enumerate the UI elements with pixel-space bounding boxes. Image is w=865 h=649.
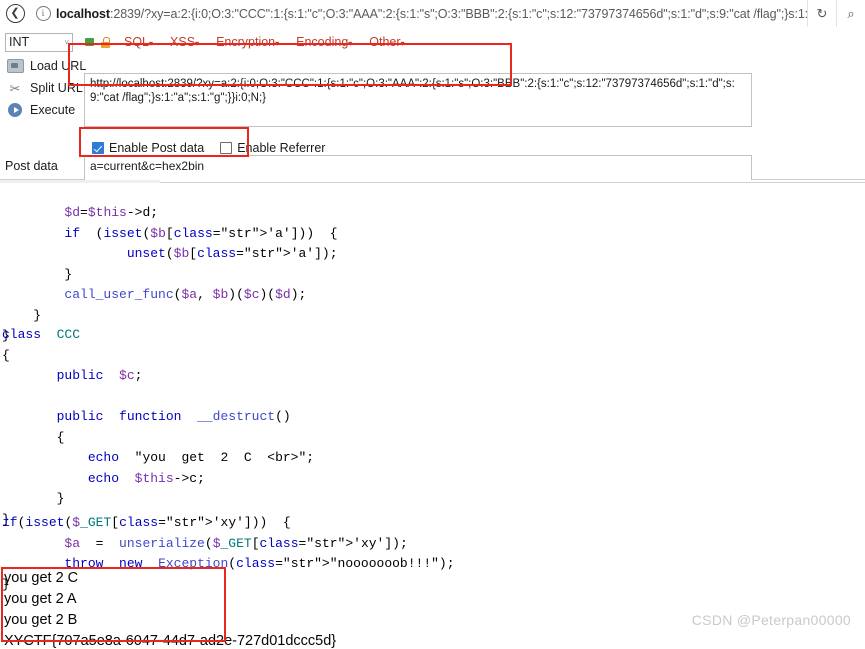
output-line: you get 2 B [4,612,78,628]
menu-xss-label: XSS [170,35,196,49]
php-output: you get 2 C you get 2 A you get 2 B XYCT… [4,568,336,649]
enable-post-data-label: Enable Post data [109,141,205,155]
scroll-shadow [0,180,160,183]
content-top-divider [160,182,865,183]
hackbar-checkbox-row: Enable Post data Enable Referrer [92,141,325,155]
chevron-down-icon: ˅ [64,37,69,47]
checkbox-box [92,142,104,154]
enable-referrer-checkbox[interactable]: Enable Referrer [220,141,325,155]
chevron-down-icon: ▾ [149,39,154,48]
hackbar-menubar: SQL▾ XSS▾ Encryption▾ Encoding▾ Other▾ [124,35,405,49]
url-host: localhost [56,6,110,21]
page-info-icon: i [35,6,51,21]
output-line: you get 2 C [4,570,79,586]
url-input[interactable]: http://localhost:2839/?xy=a:2:{i:0;O:3:"… [84,73,752,127]
execute-icon [4,103,26,117]
output-line: you get 2 A [4,591,77,607]
chevron-down-icon: ▾ [275,39,280,48]
search-icon[interactable]: ⌕ [836,0,865,27]
checkbox-box [220,142,233,154]
hackbar-top-row: INT ˅ SQL▾ XSS▾ Encryption▾ Encoding▾ Ot… [0,31,865,53]
menu-encryption-label: Encryption [216,35,276,49]
hackbar-panel: INT ˅ SQL▾ XSS▾ Encryption▾ Encoding▾ Ot… [0,27,865,201]
chevron-down-icon: ▾ [400,39,405,48]
menu-sql[interactable]: SQL▾ [124,35,153,49]
page-info-button[interactable]: i [30,0,56,27]
menu-sql-label: SQL [124,35,150,49]
chevron-down-icon: ▾ [348,39,353,48]
output-flag: XYCTF{707a5e8a-6047-44d7-ad2e-727d01dccc… [4,633,337,649]
address-bar[interactable]: localhost:2839/?xy=a:2:{i:0;O:3:"CCC":1:… [56,7,807,21]
page-content: $d=$this->d; if (isset($b[class="str">'a… [0,180,865,649]
load-url-label: Load URL [30,59,87,73]
split-url-label: Split URL [30,81,83,95]
load-url-icon [4,59,26,73]
split-url-icon: ✂ [9,80,21,96]
type-select-value: INT [9,35,30,49]
menu-encryption[interactable]: Encryption▾ [216,35,279,49]
watermark: CSDN @Peterpan00000 [691,612,851,628]
menu-encoding[interactable]: Encoding▾ [296,35,352,49]
type-select[interactable]: INT ˅ [5,32,73,52]
execute-label: Execute [30,103,76,117]
browser-toolbar: ❮ i localhost:2839/?xy=a:2:{i:0;O:3:"CCC… [0,0,865,28]
reload-icon[interactable]: ↻ [807,0,836,27]
menu-other[interactable]: Other▾ [369,35,404,49]
menu-encoding-label: Encoding [296,35,349,49]
back-button[interactable]: ❮ [0,0,30,27]
code-block-class-ccc: class CCC { public $c; public function _… [2,327,315,527]
menu-xss[interactable]: XSS▾ [170,35,199,49]
green-square-icon [85,38,94,46]
enable-referrer-label: Enable Referrer [237,141,326,155]
back-arrow-icon: ❮ [5,4,25,23]
chevron-down-icon: ▾ [195,39,200,48]
url-path: :2839/?xy=a:2:{i:0;O:3:"CCC":1:{s:1:"c";… [109,6,807,21]
menu-other-label: Other [369,35,401,49]
post-data-label: Post data [5,159,58,173]
enable-post-data-checkbox[interactable]: Enable Post data [92,141,204,155]
lock-icon [101,36,110,48]
